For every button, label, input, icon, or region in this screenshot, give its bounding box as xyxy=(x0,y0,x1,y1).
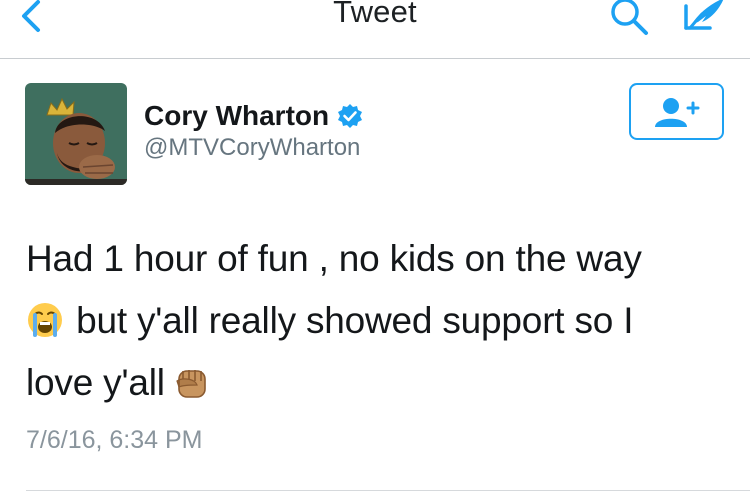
follow-button[interactable] xyxy=(629,83,724,140)
tweet-line-2: but y'all really showed support so I xyxy=(26,290,726,352)
navigation-bar: Tweet xyxy=(0,0,750,59)
screen-name[interactable]: @MTVCoryWharton xyxy=(144,134,360,162)
display-name[interactable]: Cory Wharton xyxy=(144,100,329,132)
loudly-crying-face-emoji xyxy=(26,296,64,337)
divider xyxy=(26,490,750,491)
verified-badge-icon xyxy=(337,103,363,129)
tweet-line-3-text: love y'all xyxy=(26,362,165,403)
compose-tweet-button[interactable] xyxy=(680,0,730,36)
add-person-icon xyxy=(655,98,700,127)
tweet-text: Had 1 hour of fun , no kids on the way b… xyxy=(26,228,726,414)
tweet-line-1: Had 1 hour of fun , no kids on the way xyxy=(26,238,642,279)
avatar[interactable] xyxy=(25,83,127,185)
search-button[interactable] xyxy=(606,0,652,36)
search-icon xyxy=(611,0,648,35)
raised-fist-emoji xyxy=(173,358,211,398)
avatar-image xyxy=(25,83,127,185)
tweet-line-2-text: but y'all really showed support so I xyxy=(76,300,634,341)
tweet-timestamp: 7/6/16, 6:34 PM xyxy=(26,426,203,454)
tweet-line-3: love y'all xyxy=(26,352,726,414)
display-name-row: Cory Wharton xyxy=(144,98,363,134)
compose-quill-icon xyxy=(684,0,724,30)
tweet-author-header: Cory Wharton @MTVCoryWharton xyxy=(0,58,750,198)
